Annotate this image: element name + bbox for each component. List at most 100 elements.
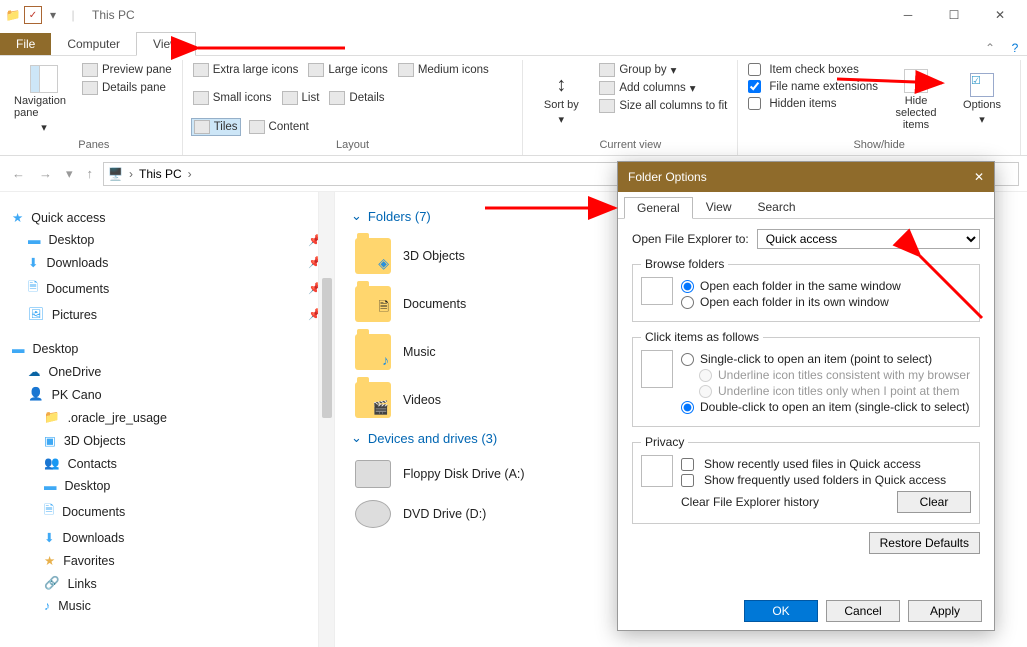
recent-button[interactable]: ▾ bbox=[62, 166, 77, 182]
sidebar-item[interactable]: ▣3D Objects bbox=[10, 429, 324, 452]
ok-button[interactable]: OK bbox=[744, 600, 818, 622]
forward-button[interactable]: → bbox=[35, 166, 56, 181]
tab-general[interactable]: General bbox=[624, 197, 693, 219]
file-tab[interactable]: File bbox=[0, 33, 51, 55]
sidebar-item[interactable]: 📁.oracle_jre_usage bbox=[10, 406, 324, 429]
desktop-icon: ▬ bbox=[12, 342, 25, 356]
clear-history-label: Clear File Explorer history bbox=[681, 495, 819, 509]
close-button[interactable]: ✕ bbox=[977, 3, 1023, 27]
sidebar-onedrive[interactable]: ☁OneDrive bbox=[10, 360, 324, 383]
group-by-button[interactable]: Group by ▾ bbox=[597, 62, 729, 78]
tab-view[interactable]: View bbox=[693, 196, 745, 218]
dialog-tabs: General View Search bbox=[618, 192, 994, 219]
sidebar-item[interactable]: 🔗Links bbox=[10, 572, 324, 595]
dialog-titlebar: Folder Options ✕ bbox=[618, 162, 994, 192]
folder-icon: 📁 bbox=[44, 410, 60, 425]
tiles-view[interactable]: Tiles bbox=[191, 118, 241, 136]
large-icons[interactable]: Large icons bbox=[306, 62, 389, 78]
hidden-items[interactable]: Hidden items bbox=[746, 96, 880, 111]
panes-group: Navigation pane ▾ Preview pane Details p… bbox=[6, 60, 183, 155]
sidebar-item[interactable]: ⬇Downloads bbox=[10, 526, 324, 549]
sidebar-item[interactable]: ▬Desktop bbox=[10, 475, 324, 497]
maximize-button[interactable]: ☐ bbox=[931, 3, 977, 27]
folder-icon: ▬ bbox=[28, 233, 41, 247]
tab-search[interactable]: Search bbox=[745, 196, 809, 218]
browse-icon bbox=[641, 277, 673, 305]
sidebar-item[interactable]: 🗎Documents bbox=[10, 497, 324, 526]
list-view[interactable]: List bbox=[280, 90, 322, 106]
add-columns-button[interactable]: Add columns ▾ bbox=[597, 80, 729, 96]
annotation-arrow bbox=[832, 69, 952, 92]
dialog-close-icon[interactable]: ✕ bbox=[974, 170, 984, 184]
sidebar-documents[interactable]: 🗎Documents📌 bbox=[10, 274, 324, 303]
view-tab[interactable]: View bbox=[136, 32, 196, 56]
preview-pane-button[interactable]: Preview pane bbox=[80, 62, 174, 78]
check-recent-files[interactable]: Show recently used files in Quick access bbox=[681, 457, 971, 471]
panes-label: Panes bbox=[14, 137, 174, 153]
cloud-icon: ☁ bbox=[28, 364, 41, 379]
computer-tab[interactable]: Computer bbox=[51, 33, 136, 55]
breadcrumb-item[interactable]: This PC bbox=[139, 167, 182, 181]
download-icon: ⬇ bbox=[28, 255, 38, 270]
document-icon: 🗎 bbox=[28, 278, 38, 299]
star-icon: ★ bbox=[12, 210, 23, 225]
restore-defaults-button[interactable]: Restore Defaults bbox=[869, 532, 980, 554]
open-explorer-select[interactable]: Quick access bbox=[757, 229, 980, 249]
cancel-button[interactable]: Cancel bbox=[826, 600, 900, 622]
details-pane-button[interactable]: Details pane bbox=[80, 80, 174, 96]
sidebar-desktop[interactable]: ▬Desktop📌 bbox=[10, 229, 324, 251]
check-frequent-folders[interactable]: Show frequently used folders in Quick ac… bbox=[681, 473, 971, 487]
minimize-button[interactable]: ─ bbox=[885, 3, 931, 27]
annotation-arrow bbox=[190, 40, 350, 59]
clear-button[interactable]: Clear bbox=[897, 491, 971, 513]
up-button[interactable]: ↑ bbox=[83, 166, 98, 181]
sidebar-user[interactable]: 👤PK Cano bbox=[10, 383, 324, 406]
sidebar-item[interactable]: ♪Music bbox=[10, 595, 324, 617]
chevron-down-icon: ⌄ bbox=[351, 430, 362, 446]
small-icons[interactable]: Small icons bbox=[191, 90, 274, 106]
qat-properties-icon[interactable]: ✓ bbox=[24, 6, 42, 24]
sidebar-item[interactable]: ★Favorites bbox=[10, 549, 324, 572]
radio-single-click[interactable]: Single-click to open an item (point to s… bbox=[681, 352, 970, 366]
quick-access[interactable]: ★Quick access bbox=[10, 206, 324, 229]
help-icon[interactable]: ? bbox=[1003, 41, 1027, 55]
user-icon: 👤 bbox=[28, 387, 44, 402]
explorer-icon: 📁 bbox=[4, 6, 22, 24]
radio-double-click[interactable]: Double-click to open an item (single-cli… bbox=[681, 400, 970, 414]
privacy-icon bbox=[641, 455, 673, 487]
chevron-down-icon: ⌄ bbox=[351, 208, 362, 224]
extra-large-icons[interactable]: Extra large icons bbox=[191, 62, 301, 78]
radio-own-window[interactable]: Open each folder in its own window bbox=[681, 295, 901, 309]
annotation-arrow bbox=[912, 248, 992, 331]
size-columns-button[interactable]: Size all columns to fit bbox=[597, 98, 729, 114]
showhide-label: Show/hide bbox=[746, 137, 1012, 153]
qat-dropdown-icon[interactable]: ▾ bbox=[44, 6, 62, 24]
dropdown-icon: ▾ bbox=[559, 113, 565, 126]
sort-by-button[interactable]: ↕ Sort by ▾ bbox=[531, 62, 591, 137]
content-view[interactable]: Content bbox=[247, 118, 311, 136]
options-icon: ☑ bbox=[970, 73, 994, 97]
dialog-title: Folder Options bbox=[628, 170, 707, 184]
navigation-pane-label: Navigation pane bbox=[14, 95, 74, 119]
radio-same-window[interactable]: Open each folder in the same window bbox=[681, 279, 901, 293]
folder-options-dialog: Folder Options ✕ General View Search Ope… bbox=[617, 161, 995, 631]
apply-button[interactable]: Apply bbox=[908, 600, 982, 622]
navigation-pane-button[interactable]: Navigation pane ▾ bbox=[14, 62, 74, 137]
sidebar-pictures[interactable]: 🖼Pictures📌 bbox=[10, 303, 324, 326]
sidebar-item[interactable]: 👥Contacts bbox=[10, 452, 324, 475]
medium-icons[interactable]: Medium icons bbox=[396, 62, 491, 78]
ribbon-tabs: File Computer View ⌃ ? bbox=[0, 30, 1027, 56]
dvd-icon bbox=[355, 500, 391, 528]
details-view[interactable]: Details bbox=[327, 90, 386, 106]
dropdown-icon: ▾ bbox=[979, 113, 985, 126]
scrollbar[interactable] bbox=[318, 192, 334, 647]
options-button[interactable]: ☑ Options ▾ bbox=[952, 62, 1012, 137]
annotation-arrow bbox=[480, 200, 622, 219]
back-button[interactable]: ← bbox=[8, 166, 29, 181]
sidebar-downloads[interactable]: ⬇Downloads📌 bbox=[10, 251, 324, 274]
navigation-tree: ★Quick access ▬Desktop📌 ⬇Downloads📌 🗎Doc… bbox=[0, 192, 335, 647]
dropdown-icon: ▾ bbox=[41, 121, 47, 134]
collapse-ribbon-icon[interactable]: ⌃ bbox=[977, 41, 1003, 55]
open-explorer-label: Open File Explorer to: bbox=[632, 232, 749, 246]
sidebar-desktop-root[interactable]: ▬Desktop bbox=[10, 338, 324, 360]
